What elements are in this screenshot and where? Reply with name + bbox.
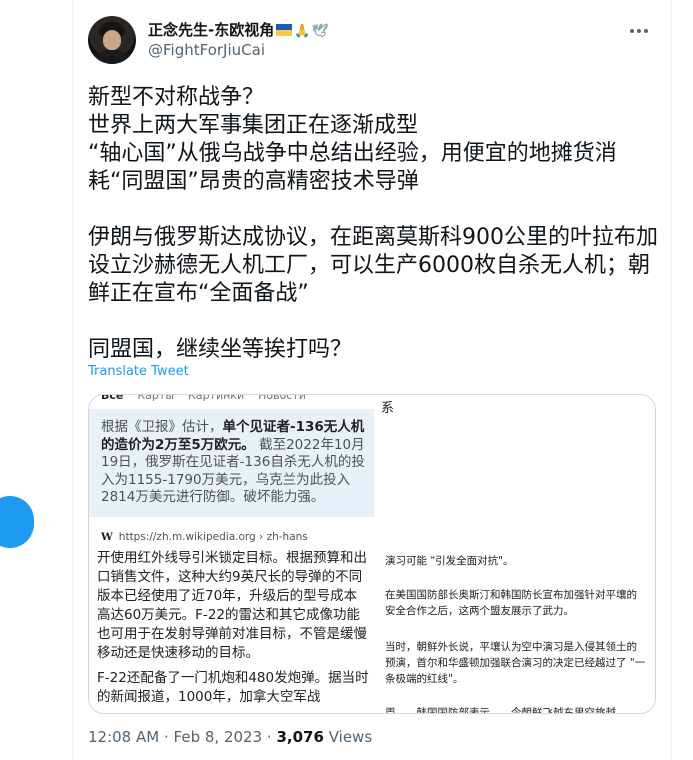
article-text: 开使用红外线导引米锁定目标。根据预算和出口销售文件，这种大约9英尺长的导弹的不同…	[97, 549, 369, 713]
translate-tweet-link[interactable]: Translate Tweet	[88, 364, 189, 379]
more-options-icon[interactable]	[622, 18, 656, 44]
compose-tweet-button[interactable]	[0, 496, 34, 548]
search-result-screenshot: Все Карты Картинки Новости 根据《卫报》估计，单个见证…	[89, 395, 374, 713]
author-name-text: 正念先生-东欧视角	[148, 21, 275, 39]
avatar[interactable]	[88, 16, 136, 64]
tweet-line: 世界上两大军事集团正在逐渐成型	[88, 113, 419, 138]
meta-separator: ·	[266, 728, 272, 746]
news-article-screenshot: 系 演习可能 "引发全面对抗"。 在美国国防部长奥斯汀和韩国防长宣布加强针对平壤…	[375, 395, 655, 713]
snippet-text: 根据《卫报》估计，单个见证者-136无人机的造价为2万至5万欧元。 截至2022…	[101, 419, 369, 507]
wiki-url: https://zh.m.wikipedia.org › zh-hans	[118, 531, 308, 543]
article-heading-fragment: 系	[381, 401, 395, 416]
views-label: Views	[328, 728, 373, 746]
search-tabs: Все Карты Картинки Новости	[101, 394, 306, 402]
search-tab: Картинки	[188, 394, 245, 402]
article-paragraph: 演习可能 "引发全面对抗"。	[385, 555, 514, 567]
flag-emoji-icons: 🙏 🕊	[276, 22, 329, 43]
search-tab: Новости	[258, 394, 306, 402]
column-border-left	[72, 0, 73, 760]
tweet-line: “轴心国”从俄乌战争中总结出经验，用便宜的地摊货消耗“同盟国”昂贵的高精密技术导…	[88, 141, 617, 194]
article-paragraph: 周……韩国国防部表示……今朝鲜飞越东里空旅越	[385, 707, 616, 714]
wiki-source: W https://zh.m.wikipedia.org › zh-hans	[101, 531, 308, 543]
column-border-right	[671, 0, 672, 760]
svg-text:🙏: 🙏	[294, 23, 310, 38]
article-paragraph: 在美国国防部长奥斯汀和韩国防长宣布加强针对平壤的安全合作之后，这两个盟友展示了武…	[385, 589, 637, 617]
meta-separator: ·	[163, 728, 169, 746]
tweet-date[interactable]: Feb 8, 2023	[174, 728, 263, 746]
tweet-line: 同盟国，继续坐等挨打吗？	[88, 337, 353, 362]
views-count: 3,076	[276, 728, 324, 746]
article-paragraph: 当时，朝鲜外长说，平壤认为空中演习是入侵其领土的预演，首尔和华盛顿加强联合演习的…	[385, 641, 646, 685]
tweet-line: 伊朗与俄罗斯达成协议，在距离莫斯科900公里的叶拉布加设立沙赫德无人机工厂，可以…	[88, 225, 658, 306]
author-handle[interactable]: @FightForJiuCai	[148, 40, 265, 60]
tweet-line: 新型不对称战争？	[88, 85, 265, 110]
tweet-metadata: 12:08 AM · Feb 8, 2023 · 3,076 Views	[88, 728, 372, 746]
snippet-lead: 根据《卫报》估计，	[101, 419, 223, 435]
tweet-media-image[interactable]: Все Карты Картинки Новости 根据《卫报》估计，单个见证…	[88, 394, 656, 714]
svg-text:🕊: 🕊	[312, 23, 328, 38]
article-paragraph: 开使用红外线导引米锁定目标。根据预算和出口销售文件，这种大约9英尺长的导弹的不同…	[97, 550, 367, 661]
wikipedia-icon: W	[101, 531, 113, 543]
tweet-text: 新型不对称战争？ 世界上两大军事集团正在逐渐成型 “轴心国”从俄乌战争中总结出经…	[88, 84, 668, 364]
search-tab: Все	[101, 394, 124, 402]
search-tab: Карты	[137, 394, 175, 402]
tweet-time[interactable]: 12:08 AM	[88, 728, 159, 746]
article-paragraph: F-22还配备了一门机炮和480发炮弹。据当时的新闻报道，1000年，加拿大空军…	[97, 670, 369, 705]
